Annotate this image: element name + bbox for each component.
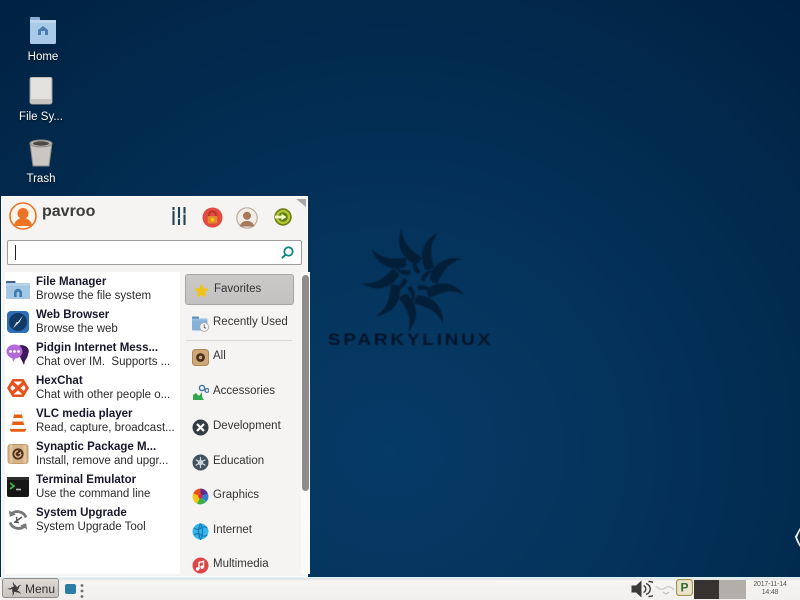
svg-text:SPARKYLINUX: SPARKYLINUX bbox=[328, 330, 493, 349]
svg-text:P: P bbox=[680, 581, 688, 595]
